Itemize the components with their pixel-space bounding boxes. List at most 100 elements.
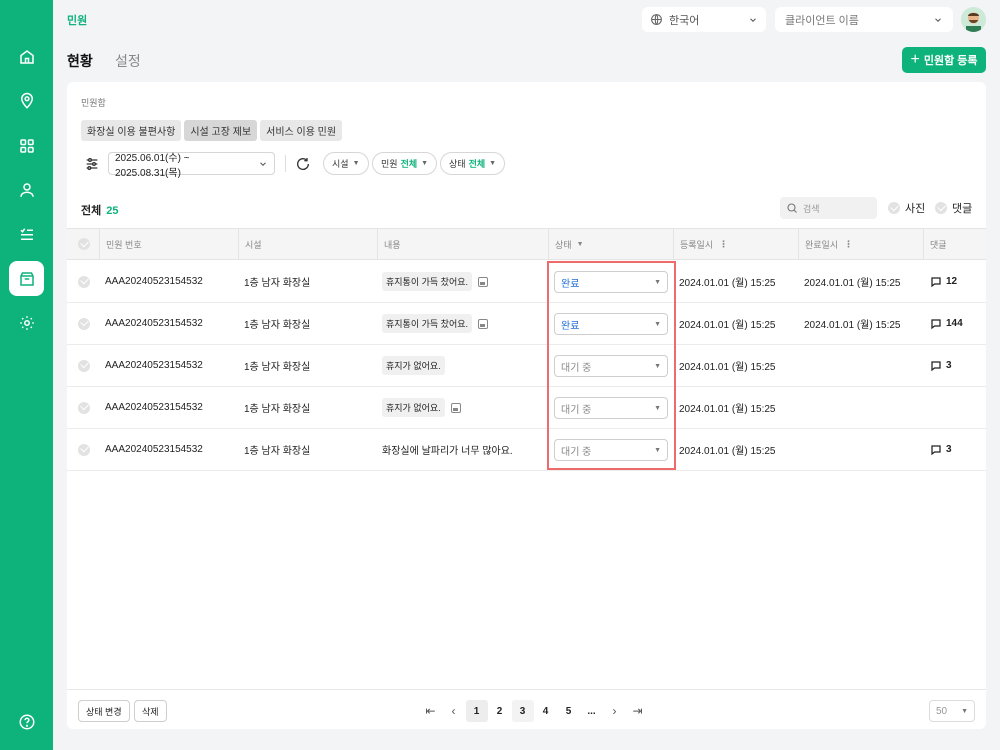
total-label: 전체 <box>81 205 102 217</box>
chevron-down-icon <box>750 17 756 22</box>
language-select[interactable]: 한국어 <box>642 7 766 32</box>
page-button[interactable]: 3 <box>511 700 534 722</box>
change-status-button[interactable]: 상태 변경 <box>78 700 130 722</box>
row-comment-count: 144 <box>946 318 963 329</box>
search-input[interactable]: 검색 <box>780 197 877 219</box>
status-select[interactable]: 대기 중 ▼ <box>554 397 668 419</box>
language-value: 한국어 <box>669 14 700 27</box>
row-comment-count: 3 <box>946 444 952 455</box>
sidebar-item-inbox[interactable] <box>9 261 44 296</box>
row-registered: 2024.01.01 (월) 15:25 <box>679 446 776 457</box>
status-select[interactable]: 대기 중 ▼ <box>554 439 668 461</box>
inbox-chip[interactable]: 시설 고장 제보 <box>184 120 258 141</box>
image-icon[interactable] <box>450 402 461 413</box>
help-icon <box>19 714 34 729</box>
row-comments[interactable]: 3 <box>930 429 952 470</box>
table-row[interactable]: AAA20240523154532 1층 남자 화장실 휴지통이 가득 찼어요.… <box>67 303 986 345</box>
row-comment-count: 3 <box>946 360 952 371</box>
sidebar-item-settings[interactable] <box>9 305 44 340</box>
pagination: ⇤ ‹ 1 2 3 4 5 ... › ⇥ <box>419 699 649 723</box>
column-menu-icon[interactable]: ⋮ <box>719 239 728 250</box>
sidebar-item-help[interactable] <box>9 704 44 739</box>
photo-checkbox[interactable] <box>888 202 900 214</box>
status-value: 완료 <box>561 320 580 332</box>
inbox-chip[interactable]: 서비스 이용 민원 <box>260 120 343 141</box>
col-status[interactable]: 상태 ▼ <box>548 229 673 259</box>
next-page-icon[interactable]: › <box>604 700 626 722</box>
image-icon[interactable] <box>478 318 489 329</box>
facility-filter[interactable]: 시설 ▼ <box>323 152 369 175</box>
comment-checkbox[interactable] <box>935 202 947 214</box>
row-comments[interactable]: 3 <box>930 345 952 386</box>
caret-down-icon: ▼ <box>352 160 360 167</box>
column-menu-icon[interactable]: ⋮ <box>844 239 853 250</box>
row-checkbox[interactable] <box>78 443 90 456</box>
tab-settings[interactable]: 설정 <box>115 51 141 71</box>
row-facility: 1층 남자 화장실 <box>244 446 311 457</box>
refresh-icon[interactable] <box>295 156 311 172</box>
sidebar-item-dashboard[interactable] <box>9 128 44 163</box>
add-inbox-button[interactable]: + 민원함 등록 <box>902 47 986 73</box>
col-facility[interactable]: 시설 <box>238 229 377 259</box>
inbox-chips: 화장실 이용 불편사항 시설 고장 제보 서비스 이용 민원 <box>81 120 343 141</box>
table-row[interactable]: AAA20240523154532 1층 남자 화장실 휴지가 없어요. 대기 … <box>67 387 986 429</box>
row-select-cell <box>78 261 90 302</box>
row-checkbox[interactable] <box>78 359 90 372</box>
sidebar-item-home[interactable] <box>9 39 44 74</box>
tab-status[interactable]: 현황 <box>67 51 93 71</box>
table-row[interactable]: AAA20240523154532 1층 남자 화장실 휴지가 없어요. 대기 … <box>67 345 986 387</box>
col-registered[interactable]: 등록일시 ⋮ <box>673 229 798 259</box>
col-completed-label: 완료일시 <box>805 239 839 250</box>
facility-filter-label: 시설 <box>332 159 349 169</box>
comment-toggle[interactable]: 댓글 <box>935 200 972 216</box>
row-registered: 2024.01.01 (월) 15:25 <box>679 278 776 289</box>
state-filter[interactable]: 상태 전체 ▼ <box>440 152 506 175</box>
row-checkbox[interactable] <box>78 317 90 330</box>
row-comments[interactable]: 144 <box>930 303 963 344</box>
row-checkbox[interactable] <box>78 401 90 414</box>
page-button[interactable]: 5 <box>558 700 580 722</box>
image-icon[interactable] <box>478 276 489 287</box>
status-select[interactable]: 완료 ▼ <box>554 271 668 293</box>
page-button[interactable]: 1 <box>465 700 488 722</box>
sidebar-item-location[interactable] <box>9 83 44 118</box>
status-select[interactable]: 대기 중 ▼ <box>554 355 668 377</box>
col-status-label: 상태 <box>555 239 572 250</box>
table-header: 민원 번호 시설 내용 상태 ▼ 등록일시 ⋮ 완료일시 ⋮ 댓글 <box>67 228 986 260</box>
inbox-chip[interactable]: 화장실 이용 불편사항 <box>81 120 182 141</box>
row-completed: 2024.01.01 (월) 15:25 <box>804 320 901 331</box>
col-id[interactable]: 민원 번호 <box>99 229 238 259</box>
page-button[interactable]: 4 <box>535 700 557 722</box>
col-comments[interactable]: 댓글 <box>923 229 986 259</box>
avatar[interactable] <box>961 7 986 32</box>
caret-down-icon: ▼ <box>654 278 661 286</box>
row-checkbox[interactable] <box>78 275 90 288</box>
table-row[interactable]: AAA20240523154532 1층 남자 화장실 휴지통이 가득 찼어요.… <box>67 261 986 303</box>
select-all-checkbox[interactable] <box>78 238 90 250</box>
filter-sliders-icon[interactable] <box>84 156 100 172</box>
location-pin-icon <box>20 92 33 109</box>
page-button[interactable]: 2 <box>489 700 511 722</box>
caret-down-icon: ▼ <box>654 362 661 370</box>
complaint-filter[interactable]: 민원 전체 ▼ <box>372 152 438 175</box>
caret-down-icon: ▼ <box>421 160 429 167</box>
photo-toggle-label: 사진 <box>905 203 926 215</box>
delete-button[interactable]: 삭제 <box>134 700 167 722</box>
col-completed[interactable]: 완료일시 ⋮ <box>798 229 923 259</box>
date-range-select[interactable]: 2025.06.01(수) ~ 2025.08.31(목) <box>108 152 275 179</box>
status-select[interactable]: 완료 ▼ <box>554 313 668 335</box>
last-page-icon[interactable]: ⇥ <box>627 700 649 722</box>
sidebar-item-checklist[interactable] <box>9 216 44 251</box>
per-page-select[interactable]: 50 ▼ <box>929 700 975 722</box>
plus-icon: + <box>910 51 920 68</box>
sidebar <box>0 0 53 750</box>
first-page-icon[interactable]: ⇤ <box>420 700 442 722</box>
client-select[interactable]: 클라이언트 이름 <box>775 7 953 32</box>
col-content[interactable]: 내용 <box>377 229 548 259</box>
sidebar-item-users[interactable] <box>9 172 44 207</box>
grid-icon <box>19 138 34 153</box>
table-row[interactable]: AAA20240523154532 1층 남자 화장실 화장실에 날파리가 너무… <box>67 429 986 471</box>
row-comments[interactable]: 12 <box>930 261 957 302</box>
prev-page-icon[interactable]: ‹ <box>443 700 465 722</box>
photo-toggle[interactable]: 사진 <box>888 200 925 216</box>
